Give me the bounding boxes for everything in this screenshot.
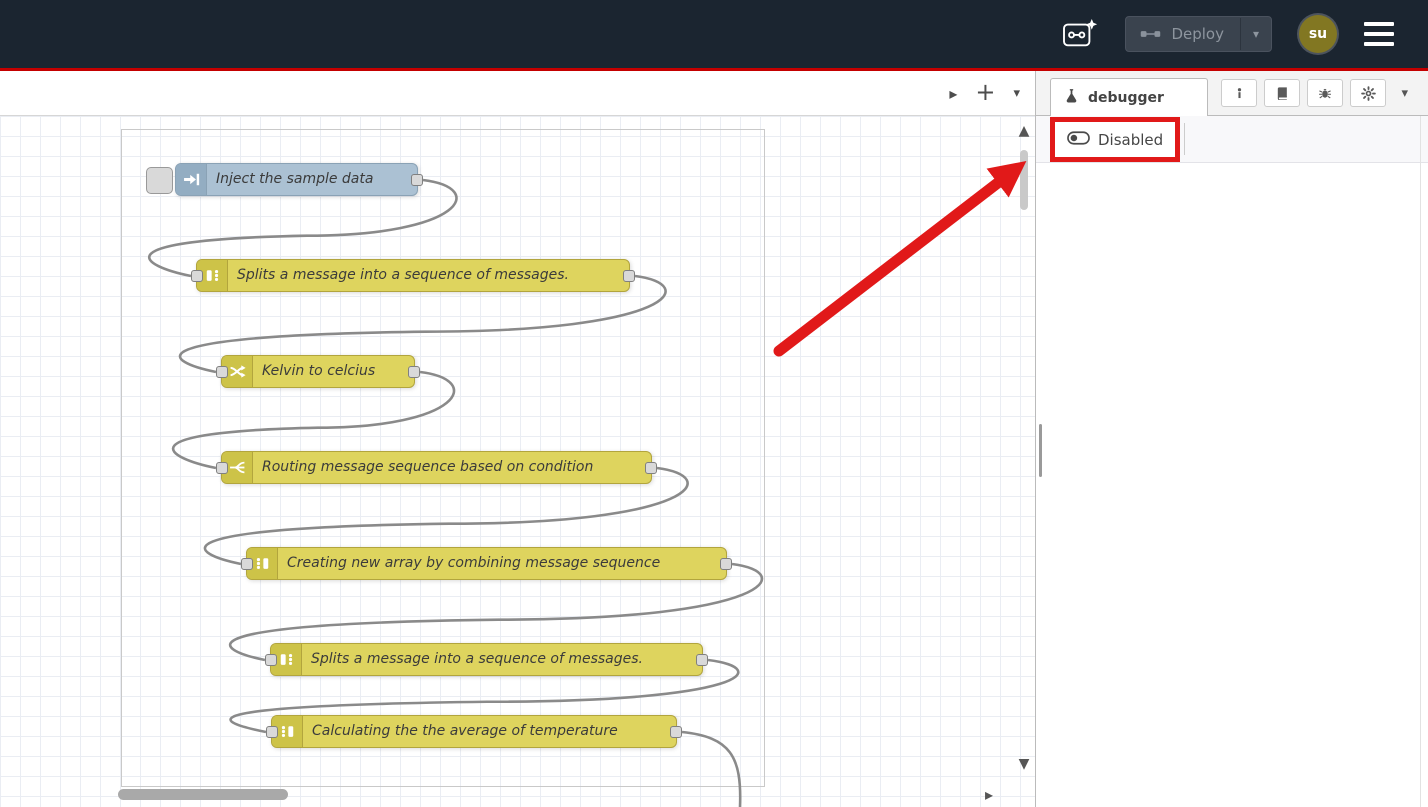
node-output-port[interactable] xyxy=(670,726,682,738)
node-input-port[interactable] xyxy=(265,654,277,666)
avatar-initials: su xyxy=(1309,26,1327,42)
workspace-add-tab-button[interactable]: + xyxy=(975,78,995,106)
tab-debugger[interactable]: debugger xyxy=(1050,78,1208,116)
canvas-horizontal-scrollbar[interactable] xyxy=(118,789,288,800)
deploy-button[interactable]: Deploy ▾ xyxy=(1125,16,1272,52)
sidebar-tabbar: debugger ▾ xyxy=(1036,71,1428,116)
node-output-port[interactable] xyxy=(720,558,732,570)
inject-icon xyxy=(176,164,207,195)
flow-node-average[interactable]: Calculating the the average of temperatu… xyxy=(271,715,677,748)
flow-node-join[interactable]: Creating new array by combining message … xyxy=(246,547,727,580)
node-input-port[interactable] xyxy=(216,462,228,474)
header-bar: Deploy ▾ su xyxy=(0,0,1428,68)
tab-label: debugger xyxy=(1088,90,1164,106)
node-output-port[interactable] xyxy=(408,366,420,378)
workspace-list-chevron-icon[interactable]: ▾ xyxy=(1013,86,1020,101)
node-label: Kelvin to celcius xyxy=(262,356,375,387)
node-output-port[interactable] xyxy=(623,270,635,282)
node-output-port[interactable] xyxy=(411,174,423,186)
flow-node-split-1[interactable]: Splits a message into a sequence of mess… xyxy=(196,259,630,292)
sidebar-resize-handle[interactable] xyxy=(1039,424,1042,477)
flow-node-inject[interactable]: Inject the sample data xyxy=(175,163,418,196)
node-label: Creating new array by combining message … xyxy=(287,548,660,579)
flask-icon xyxy=(1064,88,1079,107)
node-red-app: Deploy ▾ su ▸ + ▾ Inject the sample data… xyxy=(0,0,1428,807)
header-actions: Deploy ▾ su xyxy=(1062,15,1394,53)
workspace-tab-controls: ▸ + ▾ xyxy=(949,71,1020,115)
node-label: Inject the sample data xyxy=(216,164,373,195)
deploy-options-chevron-icon[interactable]: ▾ xyxy=(1241,27,1271,41)
node-input-port[interactable] xyxy=(216,366,228,378)
debug-bug-button[interactable] xyxy=(1307,79,1343,107)
toggle-off-icon xyxy=(1067,131,1090,149)
main-menu-icon[interactable] xyxy=(1364,22,1394,46)
annotation-red-box: Disabled xyxy=(1050,117,1180,162)
node-output-port[interactable] xyxy=(645,462,657,474)
sidebar: debugger ▾ xyxy=(1035,71,1428,807)
workspace-tabstrip: ▸ + ▾ xyxy=(0,71,1035,116)
node-input-port[interactable] xyxy=(191,270,203,282)
disabled-label: Disabled xyxy=(1098,131,1163,149)
deploy-label: Deploy xyxy=(1171,25,1240,43)
deploy-nodes-icon xyxy=(1126,28,1171,40)
canvas-scroll-down-icon[interactable]: ▼ xyxy=(1014,756,1034,772)
debugger-disabled-toggle[interactable]: Disabled xyxy=(1055,122,1175,157)
toolbar-separator xyxy=(1184,123,1185,155)
node-label: Calculating the the average of temperatu… xyxy=(312,716,618,747)
sidebar-buttons: ▾ xyxy=(1221,79,1408,107)
inject-run-button[interactable] xyxy=(146,167,173,194)
header-accent-line xyxy=(0,68,1428,71)
flow-node-change[interactable]: Kelvin to celcius xyxy=(221,355,415,388)
nodes-layer: Inject the sample data Splits a message i… xyxy=(0,116,1035,807)
info-button[interactable] xyxy=(1221,79,1257,107)
canvas-scroll-right-icon[interactable]: ▸ xyxy=(985,785,993,804)
node-input-port[interactable] xyxy=(241,558,253,570)
node-label: Splits a message into a sequence of mess… xyxy=(311,644,643,675)
settings-gear-button[interactable] xyxy=(1350,79,1386,107)
user-avatar[interactable]: su xyxy=(1299,15,1337,53)
debugger-content xyxy=(1036,163,1428,807)
flow-node-switch[interactable]: Routing message sequence based on condit… xyxy=(221,451,652,484)
debugger-toolbar: Disabled xyxy=(1036,116,1428,163)
sidebar-scrollbar-track[interactable] xyxy=(1420,116,1421,807)
canvas-scroll-up-icon[interactable]: ▲ xyxy=(1014,123,1034,139)
node-label: Splits a message into a sequence of mess… xyxy=(237,260,569,291)
node-output-port[interactable] xyxy=(696,654,708,666)
sidebar-menu-chevron-icon[interactable]: ▾ xyxy=(1401,86,1408,101)
ai-flow-icon[interactable] xyxy=(1062,18,1098,50)
flow-node-split-2[interactable]: Splits a message into a sequence of mess… xyxy=(270,643,703,676)
canvas-vertical-scrollbar[interactable] xyxy=(1020,150,1028,210)
docs-button[interactable] xyxy=(1264,79,1300,107)
node-label: Routing message sequence based on condit… xyxy=(262,452,593,483)
flow-canvas[interactable]: Inject the sample data Splits a message i… xyxy=(0,116,1035,807)
node-input-port[interactable] xyxy=(266,726,278,738)
workspace-scroll-right-icon[interactable]: ▸ xyxy=(949,84,957,103)
